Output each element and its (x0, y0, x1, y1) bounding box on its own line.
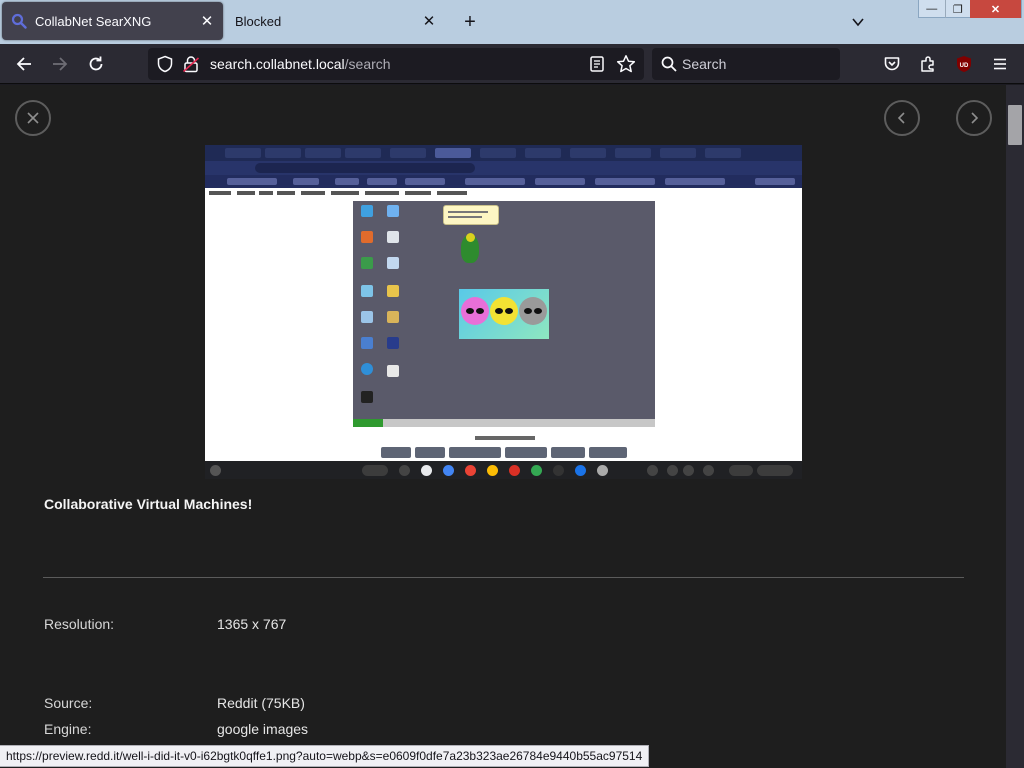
close-icon (27, 112, 39, 124)
tab-strip: CollabNet SearXNG ✕ Blocked ✕ + — ❐ ✕ (0, 0, 1024, 44)
nav-toolbar: search.collabnet.local/search Search UD (0, 44, 1024, 84)
menu-hamburger-icon[interactable] (988, 52, 1012, 76)
back-arrow-icon[interactable] (12, 52, 36, 76)
ublock-origin-icon[interactable]: UD (952, 52, 976, 76)
url-text: search.collabnet.local/search (210, 56, 391, 72)
list-all-tabs-chevron-icon[interactable] (846, 10, 870, 34)
chevron-right-icon (971, 112, 979, 124)
chevron-left-icon (897, 112, 905, 124)
preview-tab-bar (205, 145, 802, 161)
next-image-button[interactable] (956, 100, 992, 136)
link-status-bar: https://preview.redd.it/well-i-did-it-v0… (0, 745, 650, 767)
preview-bookmarks-bar (205, 175, 802, 188)
image-preview[interactable] (205, 145, 802, 479)
preview-address-bar (205, 161, 802, 175)
search-bar[interactable]: Search (652, 48, 840, 80)
url-host: search.collabnet.local (210, 56, 345, 72)
divider (43, 577, 964, 578)
searxng-logo-icon (11, 13, 27, 29)
page-scrollbar[interactable] (1006, 85, 1024, 768)
tab-title: Blocked (235, 13, 282, 29)
resolution-value: 1365 x 767 (217, 616, 287, 632)
engine-value: google images (217, 721, 309, 737)
insecure-lock-icon[interactable] (182, 55, 200, 78)
tab-blocked[interactable]: Blocked ✕ (225, 2, 445, 40)
tab-close-icon[interactable]: ✕ (197, 11, 217, 31)
scrollbar-thumb[interactable] (1008, 105, 1022, 145)
minimize-icon[interactable]: — (919, 0, 945, 18)
previous-image-button[interactable] (884, 100, 920, 136)
tab-close-icon[interactable]: ✕ (419, 11, 439, 31)
tab-title: CollabNet SearXNG (35, 13, 152, 29)
url-path: /search (344, 56, 391, 72)
tracking-protection-shield-icon[interactable] (156, 55, 174, 78)
close-detail-button[interactable] (15, 100, 51, 136)
preview-menu-row (205, 188, 802, 198)
tab-collabnet-searxng[interactable]: CollabNet SearXNG ✕ (2, 2, 223, 40)
search-placeholder: Search (682, 56, 727, 72)
resolution-label: Resolution: (44, 616, 115, 632)
address-bar[interactable]: search.collabnet.local/search (148, 48, 644, 80)
pocket-icon[interactable] (880, 52, 904, 76)
extensions-puzzle-icon[interactable] (916, 52, 940, 76)
preview-desktop (353, 201, 655, 427)
svg-text:UD: UD (960, 63, 969, 69)
forward-arrow-icon[interactable] (48, 52, 72, 76)
engine-label: Engine: (44, 721, 92, 737)
preview-shelf (205, 461, 802, 479)
window-controls: — ❐ ✕ (918, 0, 1022, 18)
search-icon (660, 55, 678, 78)
new-tab-plus-icon[interactable]: + (458, 10, 482, 34)
source-value[interactable]: Reddit (75KB) (217, 695, 305, 711)
bookmark-star-icon[interactable] (616, 54, 636, 79)
reload-icon[interactable] (84, 52, 108, 76)
maximize-icon[interactable]: ❐ (944, 0, 971, 18)
reader-view-icon[interactable] (588, 55, 606, 78)
source-label: Source: (44, 695, 93, 711)
preview-caption-line (475, 436, 535, 440)
window-close-icon[interactable]: ✕ (970, 0, 1021, 18)
image-detail-panel: Collaborative Virtual Machines! Resoluti… (0, 85, 1006, 768)
image-title: Collaborative Virtual Machines! (44, 496, 253, 512)
